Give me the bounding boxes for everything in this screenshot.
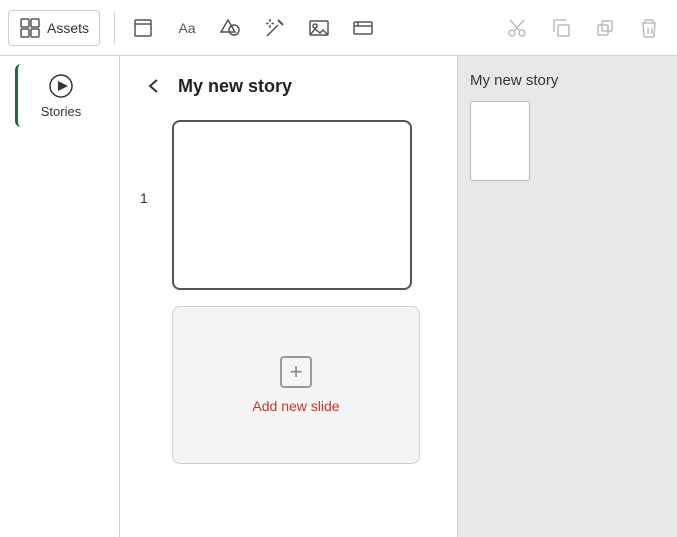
text-icon: Aa [178, 20, 195, 36]
back-button[interactable] [140, 72, 168, 100]
image-button[interactable] [299, 8, 339, 48]
media-icon [352, 17, 374, 39]
play-icon [47, 72, 75, 100]
media-button[interactable] [343, 8, 383, 48]
assets-button[interactable]: Assets [8, 10, 100, 46]
add-slide-label: Add new slide [252, 398, 339, 414]
slide-number: 1 [140, 190, 164, 206]
story-header: My new story [140, 72, 441, 100]
sidebar-item-label: Stories [41, 104, 81, 119]
shapes-button[interactable] [211, 8, 251, 48]
add-slide-card[interactable]: + Add new slide [172, 306, 420, 464]
assets-icon [19, 17, 41, 39]
main-content: Stories My new story 1 + Add new slide [0, 56, 677, 537]
copy-icon [550, 17, 572, 39]
cut-icon [506, 17, 528, 39]
toolbar-divider [114, 12, 115, 44]
magic-button[interactable] [255, 8, 295, 48]
assets-label: Assets [47, 20, 89, 36]
delete-icon [638, 17, 660, 39]
sidebar: Stories [0, 56, 120, 537]
toolbar-right-actions [497, 8, 669, 48]
right-panel-card [470, 101, 530, 181]
frame-icon [132, 17, 154, 39]
center-panel: My new story 1 + Add new slide [120, 56, 457, 537]
copy-button[interactable] [541, 8, 581, 48]
delete-button[interactable] [629, 8, 669, 48]
magic-icon [264, 17, 286, 39]
story-title: My new story [178, 76, 292, 97]
plus-symbol: + [290, 359, 303, 385]
shapes-icon [220, 17, 242, 39]
sidebar-item-stories[interactable]: Stories [15, 64, 105, 127]
slide-1-card[interactable] [172, 120, 412, 290]
slide-1-container: 1 [140, 120, 441, 290]
right-panel: My new story [457, 56, 677, 537]
text-button[interactable]: Aa [167, 8, 207, 48]
add-slide-plus-icon: + [280, 356, 312, 388]
right-panel-title: My new story [470, 72, 665, 89]
cut-button[interactable] [497, 8, 537, 48]
toolbar: Assets Aa [0, 0, 677, 56]
back-arrow-icon [144, 76, 164, 96]
frame-button[interactable] [123, 8, 163, 48]
image-icon [308, 17, 330, 39]
duplicate-icon [594, 17, 616, 39]
duplicate-button[interactable] [585, 8, 625, 48]
